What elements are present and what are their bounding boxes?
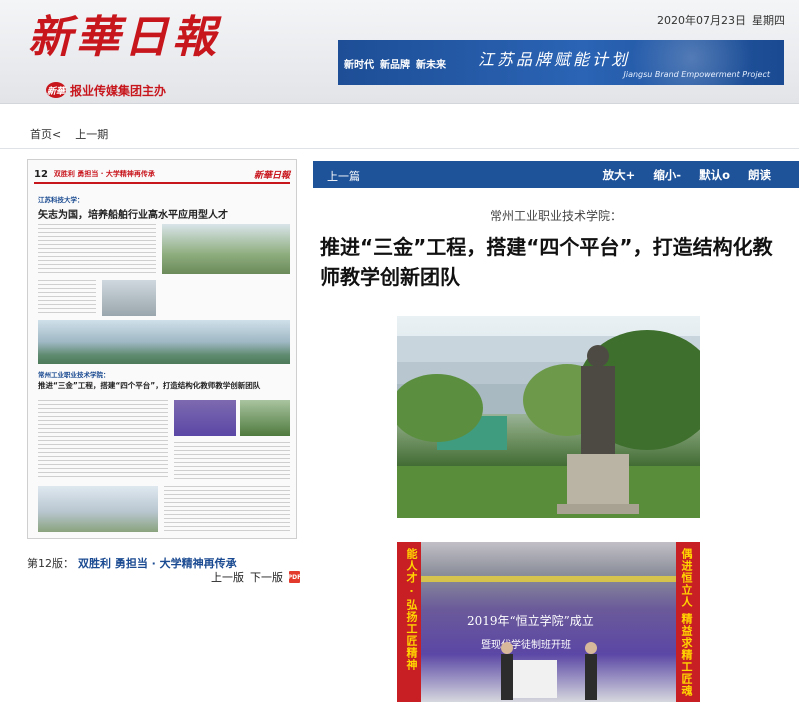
banner-slogan: 新未来 <box>416 60 446 71</box>
site-header: 新華日報 新華 报业传媒集团主办 2020年07月23日 星期四 新时代 新品牌… <box>0 0 799 104</box>
divider <box>0 148 799 149</box>
thumb-text-block <box>38 224 156 274</box>
banner-slogans: 新时代 新品牌 新未来 <box>344 56 446 71</box>
thumb-story1-headline[interactable]: 矢志为国，培养船舶行业高水平应用型人才 <box>38 206 228 221</box>
prev-page-link[interactable]: 上一版 <box>211 569 244 585</box>
thumb-story2-kicker[interactable]: 常州工业职业技术学院： <box>38 369 110 379</box>
prev-article-link[interactable]: 上一篇 <box>327 168 360 184</box>
read-aloud-button[interactable]: 朗读 <box>748 167 771 183</box>
brand-banner[interactable]: 新时代 新品牌 新未来 江苏品牌赋能计划 Jiangsu Brand Empow… <box>338 40 784 85</box>
page-navigation: 上一版 下一版 PDF <box>211 569 301 585</box>
article-toolbar: 上一篇 放大+ 缩小- 默认o 朗读 <box>313 161 799 188</box>
thumb-page-header: 12 双胜利 勇担当 · 大学精神再传承 新華日報 <box>34 166 290 184</box>
banner-title: 江苏品牌赋能计划 <box>478 50 631 69</box>
breadcrumb: 首页< 上一期 <box>30 126 108 142</box>
newspaper-page-thumbnail[interactable]: 12 双胜利 勇担当 · 大学精神再传承 新華日報 江苏科技大学： 矢志为国，培… <box>27 159 297 539</box>
thumb-logo: 新華日報 <box>253 170 290 181</box>
statue-scene-graphic <box>397 330 700 518</box>
article-title: 推进“三金”工程，搭建“四个平台”，打造结构化教师教学创新团队 <box>320 235 773 289</box>
publisher-text: 报业传媒集团主办 <box>70 83 167 98</box>
thumb-photo-campus <box>162 224 290 274</box>
home-link[interactable]: 首页< <box>30 126 61 142</box>
next-page-link[interactable]: 下一版 <box>250 569 283 585</box>
thumb-header-tags: 双胜利 勇担当 · 大学精神再传承 <box>53 170 155 178</box>
thumb-photo-group <box>102 280 156 316</box>
thumb-photo-aerial <box>38 320 290 364</box>
weekday-text: 星期四 <box>752 14 785 27</box>
thumb-story2-headline[interactable]: 推进“三金”工程，搭建“四个平台”，打造结构化教师教学创新团队 <box>38 380 260 391</box>
thumb-page-number: 12 <box>34 168 48 180</box>
thumb-photo-building <box>38 486 158 532</box>
zoom-in-button[interactable]: 放大+ <box>603 167 636 183</box>
banner-subtitle: Jiangsu Brand Empowerment Project <box>623 70 770 79</box>
thumb-text-block <box>38 400 168 480</box>
group-logo-icon: 新華 <box>46 82 66 98</box>
page-label-number: 第12版： <box>27 557 74 570</box>
reader-tools: 放大+ 缩小- 默认o 朗读 <box>603 167 771 183</box>
date-text: 2020年07月23日 <box>657 14 746 27</box>
prev-issue-link[interactable]: 上一期 <box>75 126 108 142</box>
article-subtitle: 常州工业职业技术学院： <box>489 209 622 223</box>
ceremony-figures-graphic <box>421 576 676 700</box>
zoom-out-button[interactable]: 缩小- <box>653 167 681 183</box>
banner-slogan: 新品牌 <box>380 60 410 71</box>
publisher-line: 新華 报业传媒集团主办 <box>46 80 166 100</box>
default-size-button[interactable]: 默认o <box>699 167 730 183</box>
thumb-photo-statue <box>240 400 290 436</box>
thumb-story1-kicker[interactable]: 江苏科技大学： <box>38 194 84 204</box>
issue-date: 2020年07月23日 星期四 <box>657 12 785 28</box>
thumb-text-block <box>164 486 290 532</box>
banner-slogan: 新时代 <box>344 60 374 71</box>
thumb-text-block <box>38 280 96 316</box>
article-photo-statue <box>397 316 700 518</box>
article-photo-ceremony: 能人才 · 弘扬工匠精神 偶进恒立人 精益求精工匠魂 2019年“恒立学院”成立… <box>397 542 700 702</box>
thumb-photo-ceremony <box>174 400 236 436</box>
newspaper-logo[interactable]: 新華日報 <box>28 6 220 70</box>
thumb-text-block <box>174 442 290 480</box>
page-label: 第12版： 双胜利 勇担当 · 大学精神再传承 <box>27 555 237 571</box>
pdf-download-icon[interactable]: PDF <box>288 571 301 583</box>
